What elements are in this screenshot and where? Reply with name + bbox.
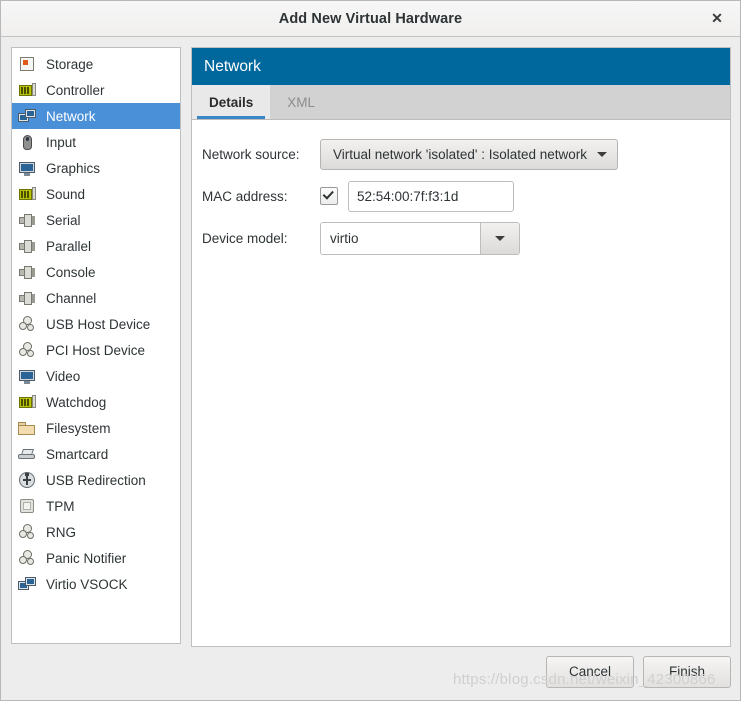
title-bar: Add New Virtual Hardware ✕ (1, 1, 740, 37)
add-hardware-dialog: Add New Virtual Hardware ✕ Storage Contro… (0, 0, 741, 701)
sidebar-item-rng[interactable]: RNG (12, 519, 180, 545)
device-model-row: Device model: virtio (202, 221, 730, 255)
usb-icon (17, 471, 37, 489)
network-form: Network source: Virtual network 'isolate… (192, 120, 730, 646)
folder-icon (17, 419, 37, 437)
sidebar-item-label: USB Host Device (46, 316, 151, 332)
disk-icon (17, 55, 37, 73)
tab-label: XML (287, 94, 316, 110)
sidebar-item-serial[interactable]: Serial (12, 207, 180, 233)
gears-icon (17, 549, 37, 567)
sidebar-item-label: Controller (46, 82, 105, 98)
panel-header: Network (192, 48, 730, 85)
sidebar-item-network[interactable]: Network (12, 103, 180, 129)
monitor-icon (17, 159, 37, 177)
window-title: Add New Virtual Hardware (278, 10, 463, 27)
parallel-plug-icon (17, 237, 37, 255)
device-model-combo[interactable]: virtio (320, 221, 520, 255)
sidebar-item-label: Network (46, 108, 96, 124)
mac-address-checkbox[interactable] (320, 187, 338, 205)
sidebar-item-smartcard[interactable]: Smartcard (12, 441, 180, 467)
mac-address-label: MAC address: (202, 188, 288, 204)
mac-address-input[interactable]: 52:54:00:7f:f3:1d (348, 180, 514, 212)
panel-title: Network (204, 57, 261, 75)
sidebar-item-label: PCI Host Device (46, 342, 146, 358)
gears-icon (17, 523, 37, 541)
sidebar-item-storage[interactable]: Storage (12, 51, 180, 77)
mac-address-row: MAC address: 52:54:00:7f:f3:1d (202, 180, 730, 212)
mac-address-value: 52:54:00:7f:f3:1d (357, 188, 459, 204)
sidebar-item-label: Parallel (46, 238, 92, 254)
sidebar-item-virtio-vsock[interactable]: Virtio VSOCK (12, 571, 180, 597)
sidebar-item-label: Sound (46, 186, 86, 202)
sidebar-item-console[interactable]: Console (12, 259, 180, 285)
console-plug-icon (17, 263, 37, 281)
sidebar-item-parallel[interactable]: Parallel (12, 233, 180, 259)
gears-icon (17, 315, 37, 333)
serial-plug-icon (17, 211, 37, 229)
gears-icon (17, 341, 37, 359)
sidebar-item-label: Video (46, 368, 81, 384)
mouse-icon (17, 133, 37, 151)
sidebar-item-sound[interactable]: Sound (12, 181, 180, 207)
video-monitor-icon (17, 367, 37, 385)
sidebar-item-label: Console (46, 264, 96, 280)
tab-xml[interactable]: XML (270, 85, 332, 119)
sidebar-item-label: Graphics (46, 160, 101, 176)
tab-strip[interactable]: Details XML (192, 85, 730, 120)
sidebar-item-video[interactable]: Video (12, 363, 180, 389)
sidebar-item-channel[interactable]: Channel (12, 285, 180, 311)
smartcard-icon (17, 445, 37, 463)
finish-button[interactable]: Finish (643, 655, 731, 688)
sidebar-item-controller[interactable]: Controller (12, 77, 180, 103)
chip-icon (17, 497, 37, 515)
sidebar-item-filesystem[interactable]: Filesystem (12, 415, 180, 441)
sidebar-item-usb-host-device[interactable]: USB Host Device (12, 311, 180, 337)
close-icon[interactable]: ✕ (706, 8, 728, 30)
sidebar-item-label: Smartcard (46, 446, 109, 462)
dialog-footer: Cancel Finish (1, 649, 740, 700)
checkmark-icon (322, 188, 334, 200)
sound-card-icon (17, 185, 37, 203)
tab-label: Details (209, 94, 254, 110)
dialog-body: Storage Controller Network Input Graphics Sou… (1, 37, 740, 649)
sidebar-item-label: Filesystem (46, 420, 111, 436)
device-model-label: Device model: (202, 230, 288, 246)
sidebar-item-label: USB Redirection (46, 472, 146, 488)
channel-plug-icon (17, 289, 37, 307)
network-icon (17, 575, 37, 593)
sidebar-item-pci-host-device[interactable]: PCI Host Device (12, 337, 180, 363)
sidebar-item-label: Storage (46, 56, 94, 72)
tab-details[interactable]: Details (192, 85, 271, 119)
device-model-input[interactable]: virtio (321, 222, 480, 254)
cancel-button[interactable]: Cancel (546, 655, 634, 688)
network-source-value: Virtual network 'isolated' : Isolated ne… (333, 146, 588, 162)
sidebar-item-label: Panic Notifier (46, 550, 127, 566)
sidebar-item-usb-redirection[interactable]: USB Redirection (12, 467, 180, 493)
detail-panel: Network Details XML Network source: Virtu… (191, 47, 731, 647)
sidebar-item-label: Serial (46, 212, 81, 228)
sidebar-item-label: Virtio VSOCK (46, 576, 128, 592)
sidebar-item-graphics[interactable]: Graphics (12, 155, 180, 181)
controller-card-icon (17, 81, 37, 99)
network-source-label: Network source: (202, 146, 300, 162)
sidebar-item-watchdog[interactable]: Watchdog (12, 389, 180, 415)
chevron-down-icon (495, 235, 505, 241)
sidebar-item-tpm[interactable]: TPM (12, 493, 180, 519)
watchdog-card-icon (17, 393, 37, 411)
device-model-dropdown-button[interactable] (480, 222, 519, 254)
network-source-dropdown[interactable]: Virtual network 'isolated' : Isolated ne… (320, 138, 619, 170)
network-icon (17, 107, 37, 125)
chevron-down-icon (597, 151, 608, 157)
sidebar-item-label: Watchdog (46, 394, 107, 410)
sidebar-item-panic-notifier[interactable]: Panic Notifier (12, 545, 180, 571)
sidebar-item-label: Channel (46, 290, 97, 306)
network-source-row: Network source: Virtual network 'isolate… (202, 138, 730, 170)
sidebar-item-label: Input (46, 134, 77, 150)
sidebar-item-label: TPM (46, 498, 75, 514)
sidebar-item-label: RNG (46, 524, 76, 540)
hardware-type-list[interactable]: Storage Controller Network Input Graphics Sou… (11, 47, 181, 644)
sidebar-item-input[interactable]: Input (12, 129, 180, 155)
